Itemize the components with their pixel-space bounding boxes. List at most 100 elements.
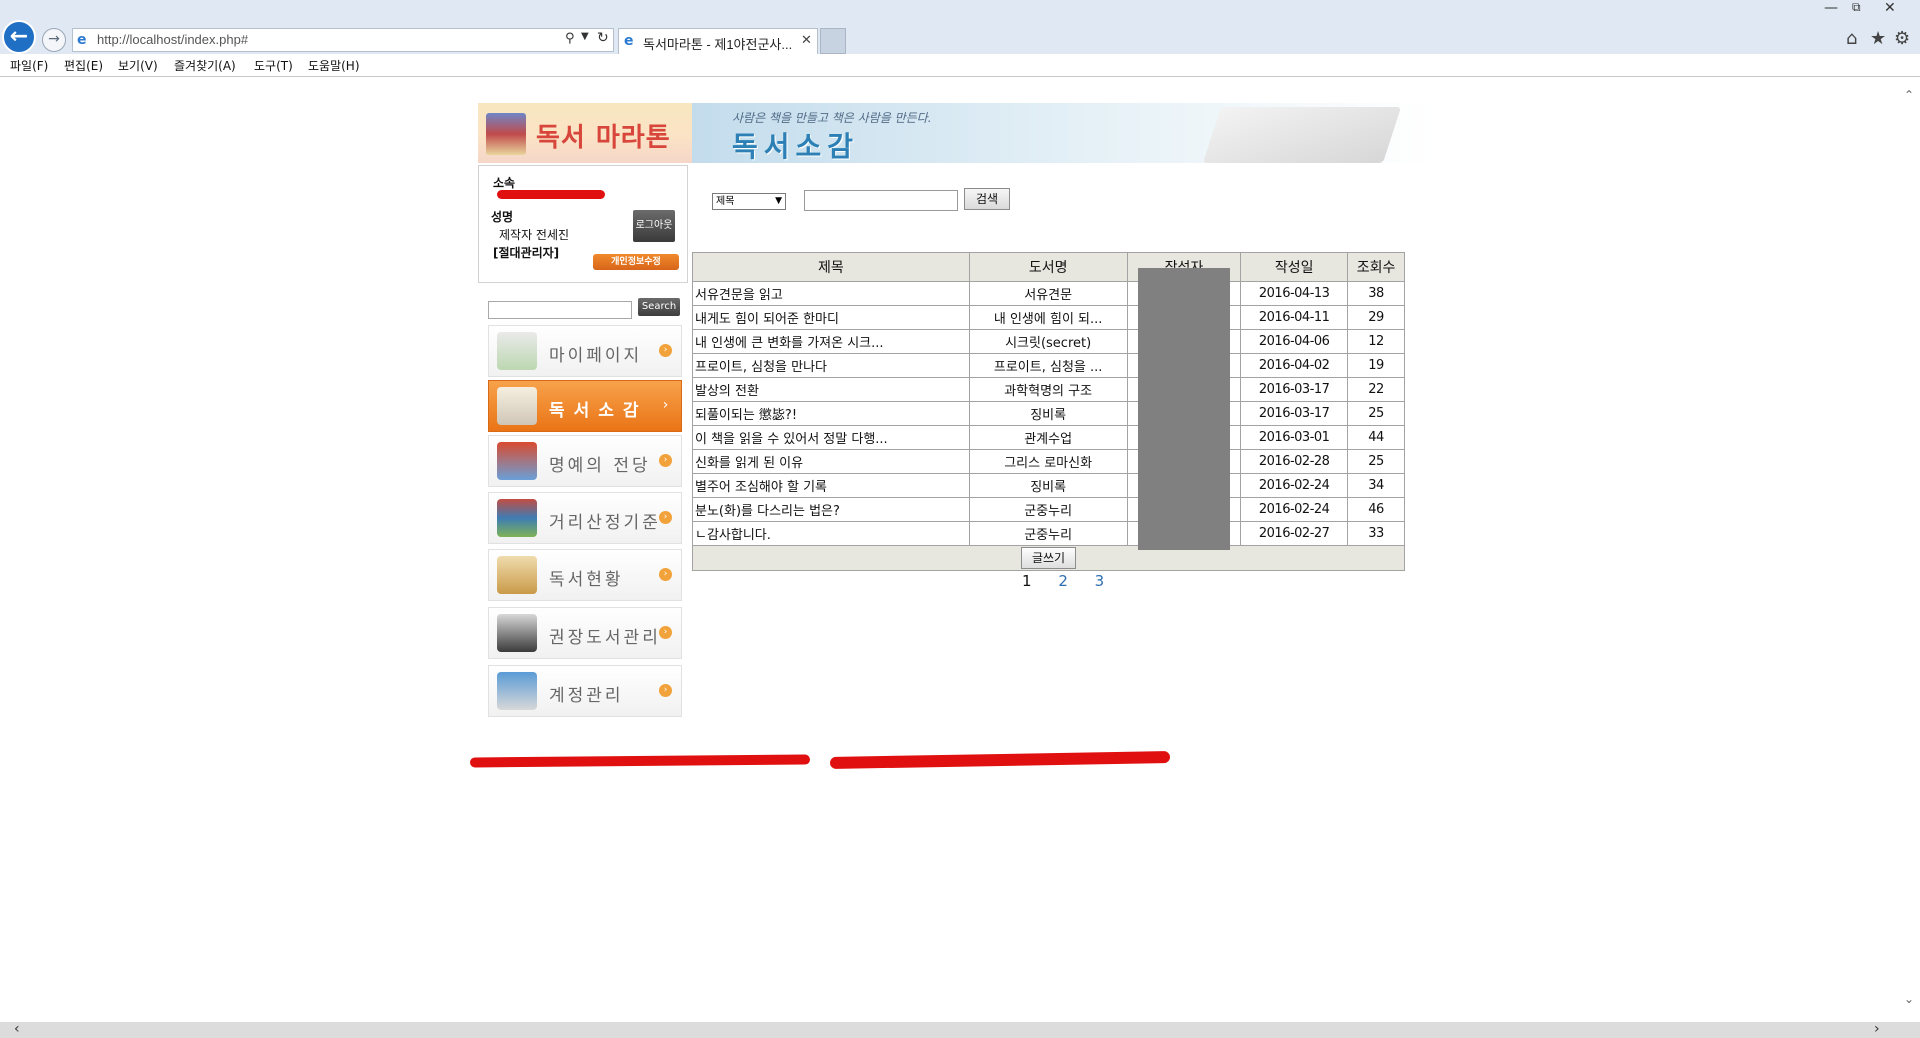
scroll-right-icon[interactable]: › [1874,1021,1880,1037]
cell-book: 과학혁명의 구조 [968,377,1128,402]
menu-favorites[interactable]: 즐겨찾기(A) [174,57,236,74]
cell-book: 징비록 [968,473,1128,498]
close-icon[interactable]: ✕ [801,33,812,48]
cell-book: 서유견문 [968,281,1128,306]
address-bar[interactable]: e http://localhost/index.php# ⚲ ▼ ↻ [72,28,614,52]
cell-title[interactable]: 별주어 조심해야 할 기록 [692,473,970,498]
chevron-right-icon: › [659,454,672,467]
pagination: 1 2 3 [1022,572,1126,590]
cell-book: 징비록 [968,401,1128,426]
cell-date: 2016-04-11 [1240,305,1349,330]
gear-icon[interactable]: ⚙ [1894,28,1910,49]
menu-view[interactable]: 보기(V) [118,57,158,74]
cell-title[interactable]: 내게도 힘이 되어준 한마디 [692,305,970,330]
restore-icon[interactable]: ⧉ [1852,0,1861,15]
table-row[interactable]: 되풀이되는 懲毖?! 징비록 2016-03-17 25 [692,401,1405,426]
book-stack-icon [497,499,537,537]
home-icon[interactable]: ⌂ [1846,28,1857,49]
table-row[interactable]: 신화를 읽게 된 이유 그리스 로마신화 2016-02-28 25 [692,449,1405,474]
table-row[interactable]: 서유견문을 읽고 서유견문 2016-04-13 38 [692,281,1405,306]
table-row[interactable]: ㄴ감사합니다. 군중누리 2016-02-27 33 [692,521,1405,546]
footer-redaction [829,751,1171,769]
table-row[interactable]: 발상의 전환 과학혁명의 구조 2016-03-17 22 [692,377,1405,402]
page-link[interactable]: 2 [1058,572,1068,590]
table-row[interactable]: 내게도 힘이 되어준 한마디 내 인생에 힘이 되... 2016-04-11 29 [692,305,1405,330]
table-row[interactable]: 이 책을 읽을 수 있어서 정말 다행... 관계수업 2016-03-01 44 [692,425,1405,450]
column-header-date[interactable]: 작성일 [1240,252,1349,282]
table-body: 서유견문을 읽고 서유견문 2016-04-13 38 내게도 힘이 되어준 한마디 내 … [692,281,1405,546]
table-row[interactable]: 내 인생에 큰 변화를 가져온 시크... 시크릿(secret) 2016-04-… [692,329,1405,354]
sidebar-item-mypage[interactable]: 마이페이지 › [488,325,682,377]
cell-title[interactable]: 서유견문을 읽고 [692,281,970,306]
back-arrow-icon[interactable]: ← [2,20,36,54]
laptop-icon [497,614,537,652]
page-link[interactable]: 3 [1095,572,1105,590]
search-button[interactable]: 검색 [964,188,1010,210]
sidebar-item-accounts[interactable]: 계정관리 › [488,665,682,717]
menu-tools[interactable]: 도구(T) [254,57,293,74]
new-tab-button[interactable] [820,28,846,54]
cell-title[interactable]: 내 인생에 큰 변화를 가져온 시크... [692,329,970,354]
edit-profile-button[interactable]: 개인정보수정 [593,254,679,270]
sidebar-item-hall-of-fame[interactable]: 명예의 전당 › [488,435,682,487]
cell-title[interactable]: 이 책을 읽을 수 있어서 정말 다행... [692,425,970,450]
header-slogan: 사람은 책을 만들고 책은 사람을 만든다. [732,111,932,125]
menu-help[interactable]: 도움말(H) [308,57,360,74]
profile-box: 소속 성명 제작자 전세진 [절대관리자] 로그아웃 개인정보수정 [478,165,688,283]
minimize-icon[interactable]: — [1824,0,1838,16]
favorites-star-icon[interactable]: ★ [1870,28,1886,49]
cell-title[interactable]: 발상의 전환 [692,377,970,402]
sidebar-item-reviews[interactable]: 독서소감 › [488,380,682,432]
scroll-down-icon[interactable]: ⌄ [1904,992,1914,1006]
menu-bar: 파일(F) 편집(E) 보기(V) 즐겨찾기(A) 도구(T) 도움말(H) [0,54,1920,77]
sidebar-item-distance-criteria[interactable]: 거리산정기준 › [488,492,682,544]
scroll-up-icon[interactable]: ⌃ [1904,88,1914,102]
column-header-book[interactable]: 도서명 [968,252,1128,282]
vertical-scrollbar[interactable] [1900,77,1920,1023]
cell-date: 2016-04-06 [1240,329,1349,354]
close-window-icon[interactable]: ✕ [1884,0,1896,16]
cell-date: 2016-03-17 [1240,401,1349,426]
site-logo[interactable]: 독서 마라톤 [478,103,692,163]
sidebar-item-recommended-books[interactable]: 권장도서관리 › [488,607,682,659]
tab-title: 독서마라톤 - 제1야전군사... [643,37,793,52]
logout-button[interactable]: 로그아웃 [633,210,675,242]
search-icon[interactable]: ⚲ [565,31,575,46]
cell-title[interactable]: ㄴ감사합니다. [692,521,970,546]
search-field-select[interactable]: 제목 ▼ [712,193,786,210]
chevron-right-icon: › [659,626,672,639]
menu-edit[interactable]: 편집(E) [64,57,103,74]
horizontal-scrollbar[interactable] [0,1022,1920,1038]
side-search-input[interactable] [488,301,632,319]
trophy-icon [497,442,537,480]
table-row[interactable]: 분노(화)를 다스리는 법은? 군중누리 2016-02-24 46 [692,497,1405,522]
forward-arrow-icon[interactable]: → [42,28,66,52]
affiliation-label: 소속 [493,176,516,190]
chevron-right-icon: › [659,568,672,581]
sidebar-item-label: 계정관리 [549,686,624,706]
column-header-views[interactable]: 조회수 [1347,252,1405,282]
cell-title[interactable]: 되풀이되는 懲毖?! [692,401,970,426]
cell-date: 2016-02-24 [1240,473,1349,498]
table-row[interactable]: 프로이트, 심청을 만나다 프로이트, 심청을 ... 2016-04-02 19 [692,353,1405,378]
write-button[interactable]: 글쓰기 [1020,547,1077,569]
search-input[interactable] [804,190,958,211]
refresh-icon[interactable]: ↻ [597,30,609,46]
cell-title[interactable]: 프로이트, 심청을 만나다 [692,353,970,378]
cell-title[interactable]: 신화를 읽게 된 이유 [692,449,970,474]
column-header-title[interactable]: 제목 [692,252,970,282]
cell-book: 군중누리 [968,497,1128,522]
sidebar-item-reading-status[interactable]: 독서현황 › [488,549,682,601]
side-search-button[interactable]: Search [638,298,680,316]
table-footer-row: 글쓰기 [692,545,1405,571]
chevron-down-icon[interactable]: ▼ [581,31,589,42]
page-link-current[interactable]: 1 [1022,572,1032,590]
browser-tab[interactable]: e 독서마라톤 - 제1야전군사... ✕ [618,28,818,54]
menu-file[interactable]: 파일(F) [10,57,48,74]
address-url[interactable]: http://localhost/index.php# [97,32,248,47]
cell-title[interactable]: 분노(화)를 다스리는 법은? [692,497,970,522]
scroll-left-icon[interactable]: ‹ [14,1021,20,1037]
cell-views: 19 [1347,353,1405,378]
cell-views: 46 [1347,497,1405,522]
table-row[interactable]: 별주어 조심해야 할 기록 징비록 2016-02-24 34 [692,473,1405,498]
